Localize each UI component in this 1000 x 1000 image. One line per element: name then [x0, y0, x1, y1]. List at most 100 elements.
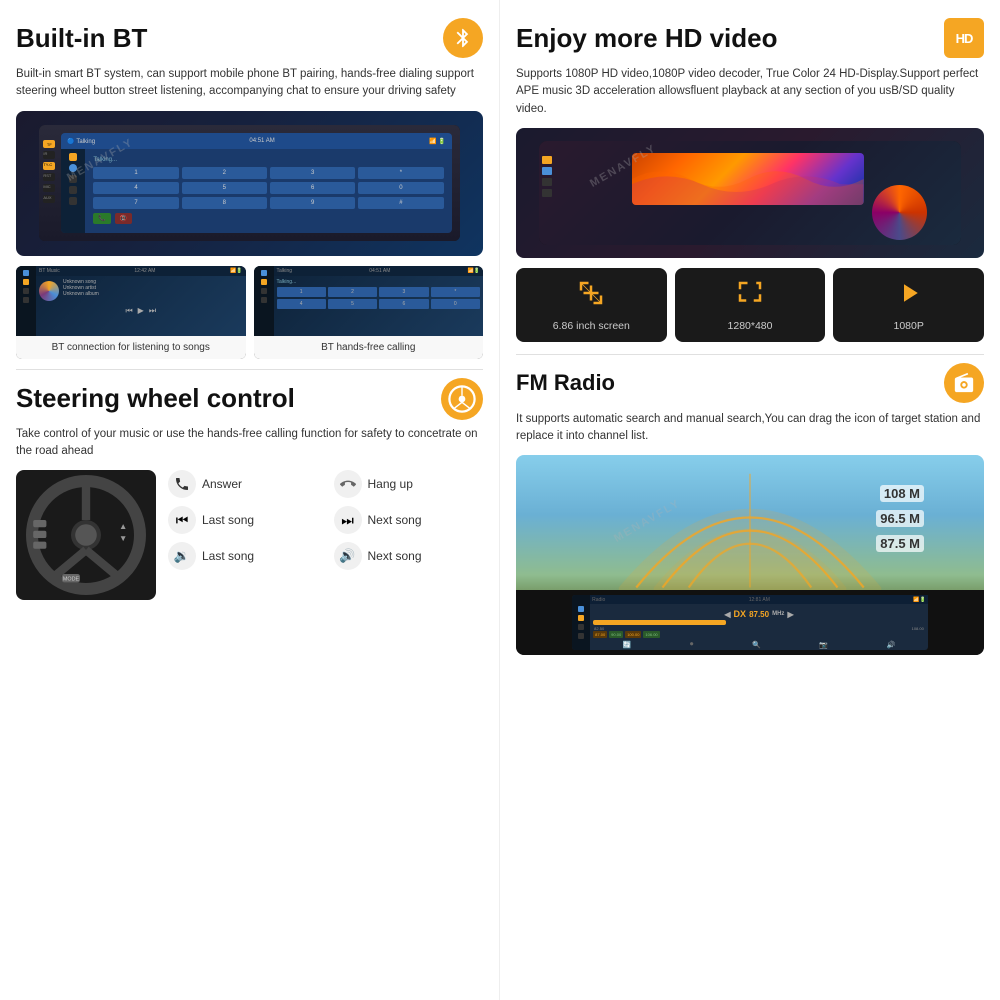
fm-dev-dot-blue: [578, 606, 584, 612]
control-row-3: 🔉 Last song 🔊 Next song: [168, 542, 483, 570]
svg-text:▼: ▼: [119, 533, 127, 543]
fm-channel-4: 106.00: [643, 631, 659, 638]
fm-channel-3: 100.00: [625, 631, 641, 638]
fm-icon-badge: [944, 363, 984, 403]
sidebar-dot-orange: [23, 279, 29, 285]
hd-circle-deco: [872, 185, 927, 240]
controls-grid: Answer Hang up ⏮: [168, 470, 483, 570]
play-icon: ▶: [138, 306, 144, 316]
fm-btn-speaker: 🔊: [887, 641, 896, 649]
steering-header: Steering wheel control: [16, 378, 483, 420]
bt-screen-sidebar: [61, 149, 85, 233]
hd-video-image: MENAVFLY: [516, 128, 984, 258]
fm-dev-icons: 📶🔋: [913, 597, 925, 603]
bt-thumb-call: Talking 04:51 AM 📶🔋 Talking... 1 2 3 * 4…: [254, 266, 484, 359]
fm-section-header: FM Radio: [516, 363, 984, 403]
fm-next-btn: ▶: [787, 610, 793, 619]
hd-badge-text: HD: [956, 31, 973, 46]
artist-name: Unknown artist: [63, 285, 99, 291]
screen-size-label: 6.86 inch screen: [553, 320, 630, 332]
car-dash-mock: TF IR TY-C RST MIC AUX 🔵 Talking 04:51 A…: [39, 125, 459, 241]
play-icon: [894, 278, 924, 308]
fm-prev-btn: ◀: [724, 610, 730, 619]
fullscreen-icon: [735, 278, 765, 308]
hd-description: Supports 1080P HD video,1080P video deco…: [516, 66, 984, 118]
bt-music-time: 12:42 AM: [134, 268, 155, 274]
side-buttons: TF IR TY-C RST MIC AUX: [43, 140, 55, 203]
bt-music-player: Unknown song Unknown artist Unknown albu…: [36, 276, 246, 306]
answer-icon: [168, 470, 196, 498]
feature-box-res: 1280*480: [675, 268, 826, 342]
steering-section: Steering wheel control Take control of y…: [16, 378, 483, 601]
fm-channel-1: 87.00: [593, 631, 607, 638]
hd-icon-badge: HD: [944, 18, 984, 58]
fm-channel-2: 90.00: [609, 631, 623, 638]
main-bt-screen: 🔵 Talking 04:51 AM 📶 🔋 Talking...: [61, 133, 451, 233]
bt-screen-body: Talking... 1 2 3 * 4 5 6 0 7 8 9: [61, 149, 451, 233]
answer-control: Answer: [168, 470, 318, 498]
fm-dev-body: ◀ DX 87.50 MHz ▶ 82.50 108.00: [590, 606, 928, 650]
next-song-control: ⏭ Next song: [334, 506, 484, 534]
resolution-label: 1280*480: [728, 320, 773, 332]
radio-icon: [953, 372, 975, 394]
right-panel: Enjoy more HD video HD Supports 1080P HD…: [500, 0, 1000, 1000]
sidebar-dot-dark2: [23, 297, 29, 303]
bt-thumbnails: BT Music 12:42 AM 📶🔋 Unknown song Unknow…: [16, 266, 483, 359]
fm-dev-content: Radio 12:81 AM 📶🔋 ◀ DX 87.50 MHz ▶: [590, 595, 928, 650]
fm-dev-sidebar: [572, 595, 590, 650]
wave-svg: [632, 153, 864, 205]
bt-call-icons: 📶🔋: [468, 268, 480, 274]
sidebar-dot-blue2: [261, 270, 267, 276]
feature-boxes: 6.86 inch screen 1280*480 1080P: [516, 268, 984, 342]
fm-dev-header: Radio 12:81 AM 📶🔋: [590, 595, 928, 604]
vol-down-label: Last song: [202, 549, 254, 563]
hd-title: Enjoy more HD video: [516, 23, 778, 54]
next-skip-symbol: ⏭: [341, 512, 354, 529]
svg-text:MODE: MODE: [63, 577, 80, 583]
control-row-2: ⏮ Last song ⏭ Next song: [168, 506, 483, 534]
fm-progress-fill: [593, 620, 726, 625]
fm-dev-dot-dark2: [578, 633, 584, 639]
fm-freq-875: 87.5 M: [876, 535, 924, 552]
play-hd-icon: [894, 278, 924, 314]
fm-current-freq: 87.50: [749, 610, 769, 619]
fm-btn-toggle: ⏺: [690, 641, 694, 649]
prev-song-icon: ⏮: [168, 506, 196, 534]
bt-main-image: MENAVFLY TF IR TY-C RST MIC AUX 🔵 Talkin…: [16, 111, 483, 256]
bt-music-info: Unknown song Unknown artist Unknown albu…: [63, 279, 99, 303]
bt-thumb-music: BT Music 12:42 AM 📶🔋 Unknown song Unknow…: [16, 266, 246, 359]
bt-call-body: Talking... 1 2 3 * 4 5 6 0: [274, 276, 484, 312]
bt-call-status: Talking: [277, 268, 293, 274]
bt-talking-label: Talking...: [277, 279, 481, 285]
fm-freq-display: ◀ DX 87.50 MHz ▶: [593, 609, 925, 619]
prev-song-label: Last song: [202, 513, 254, 527]
divider2: [516, 354, 984, 355]
bt-music-screen: BT Music 12:42 AM 📶🔋 Unknown song Unknow…: [16, 266, 246, 336]
phone-hangup-svg: [340, 476, 356, 492]
bt-description: Built-in smart BT system, can support mo…: [16, 66, 483, 101]
fm-dev-dot-dark: [578, 624, 584, 630]
fm-btn-camera: 📷: [819, 641, 828, 649]
fm-dev-mode: Radio: [592, 597, 605, 603]
left-panel: Built-in BT Built-in smart BT system, ca…: [0, 0, 500, 1000]
steering-title: Steering wheel control: [16, 383, 295, 414]
music-disc: [39, 281, 59, 301]
prev-icon: ⏮: [125, 306, 132, 316]
prev-skip-symbol: ⏮: [176, 512, 189, 529]
phone-answer-svg: [174, 476, 190, 492]
fm-bottom-icons: 🔄 ⏺ 🔍 📷 🔊: [593, 641, 925, 649]
bt-thumb2-label: BT hands-free calling: [254, 336, 484, 359]
sidebar-dot-dark3: [261, 288, 267, 294]
vol-down-control: 🔉 Last song: [168, 542, 318, 570]
vol-up-symbol: 🔊: [339, 548, 355, 564]
next-song-icon: ⏭: [334, 506, 362, 534]
answer-label: Answer: [202, 477, 242, 491]
hangup-control: Hang up: [334, 470, 484, 498]
prev-song-control: ⏮ Last song: [168, 506, 318, 534]
vol-up-icon: 🔊: [334, 542, 362, 570]
hangup-label: Hang up: [368, 477, 413, 491]
bt-screen-icons: 📶 🔋: [429, 138, 446, 145]
fm-freq-labels: 108 M 96.5 M 87.5 M: [876, 485, 924, 552]
bt-music-icons: 📶🔋: [230, 268, 242, 274]
bt-sidebar2: [254, 266, 274, 336]
